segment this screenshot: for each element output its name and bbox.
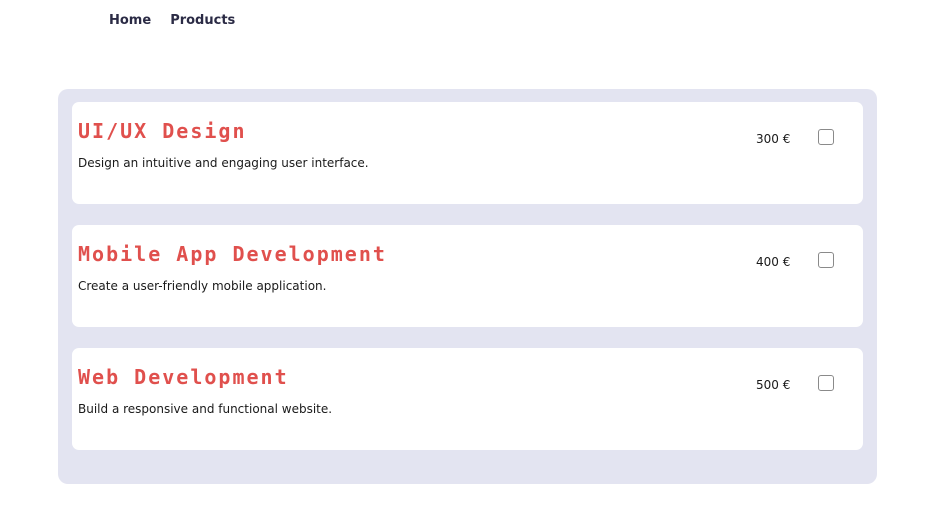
product-card-mobile-app-development: Mobile App Development Create a user-fri… (72, 225, 863, 327)
product-description: Create a user-friendly mobile applicatio… (78, 279, 327, 293)
product-price: 400 € (756, 255, 791, 269)
nav-link-home[interactable]: Home (109, 13, 151, 28)
product-description: Build a responsive and functional websit… (78, 402, 333, 416)
product-title: Web Development (78, 365, 289, 389)
product-select-checkbox[interactable] (818, 129, 834, 145)
product-price: 500 € (756, 378, 791, 392)
product-description: Design an intuitive and engaging user in… (78, 156, 369, 170)
products-panel: UI/UX Design Design an intuitive and eng… (58, 89, 877, 484)
product-price: 300 € (756, 132, 791, 146)
nav-link-products[interactable]: Products (170, 13, 235, 28)
product-select-checkbox[interactable] (818, 252, 834, 268)
top-nav: Home Products (109, 13, 235, 28)
product-card-ui-ux-design: UI/UX Design Design an intuitive and eng… (72, 102, 863, 204)
product-card-web-development: Web Development Build a responsive and f… (72, 348, 863, 450)
product-title: UI/UX Design (78, 119, 247, 143)
product-title: Mobile App Development (78, 242, 387, 266)
product-select-checkbox[interactable] (818, 375, 834, 391)
